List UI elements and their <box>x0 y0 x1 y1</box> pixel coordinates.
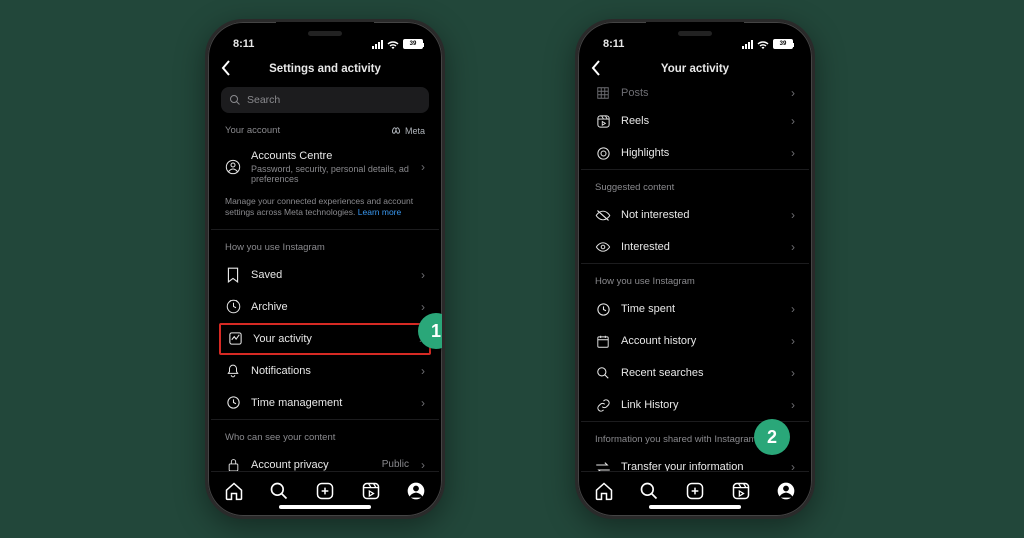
home-indicator <box>279 505 371 509</box>
chevron-right-icon: › <box>791 114 795 128</box>
cellular-icon <box>742 40 753 49</box>
row-account-history[interactable]: Account history › <box>581 325 809 357</box>
row-not-interested[interactable]: Not interested › <box>581 199 809 231</box>
tab-reels[interactable] <box>730 480 752 502</box>
archive-icon <box>225 299 241 315</box>
row-archive[interactable]: Archive › <box>211 291 439 323</box>
meta-brand: Meta <box>392 126 425 136</box>
search-input[interactable]: Search <box>221 87 429 113</box>
page-title: Your activity <box>661 63 729 75</box>
page-title: Settings and activity <box>269 63 381 75</box>
section-how-you-use: How you use Instagram <box>211 230 439 259</box>
battery-icon: 39 <box>403 39 423 49</box>
section-suggested-content: Suggested content <box>581 170 809 199</box>
link-icon <box>595 397 611 413</box>
search-icon <box>229 94 241 106</box>
section-who-can-see: Who can see your content <box>211 420 439 449</box>
row-highlights[interactable]: Highlights › <box>581 137 809 169</box>
search-placeholder: Search <box>247 94 280 106</box>
cellular-icon <box>372 40 383 49</box>
clock-icon <box>595 301 611 317</box>
wifi-icon <box>757 40 769 49</box>
activity-icon <box>227 331 243 347</box>
row-link-history[interactable]: Link History › <box>581 389 809 421</box>
row-sublabel: Password, security, personal details, ad… <box>251 164 411 184</box>
chevron-right-icon: › <box>421 300 425 314</box>
row-recent-searches[interactable]: Recent searches › <box>581 357 809 389</box>
chevron-right-icon: › <box>421 458 425 471</box>
notch <box>646 22 744 44</box>
row-saved[interactable]: Saved › <box>211 259 439 291</box>
chevron-right-icon: › <box>791 460 795 471</box>
back-button[interactable] <box>221 60 231 76</box>
tab-create[interactable] <box>684 480 706 502</box>
wifi-icon <box>387 40 399 49</box>
row-label: Accounts Centre <box>251 150 411 162</box>
tab-create[interactable] <box>314 480 336 502</box>
phone-mockup-2: 8:11 39 Your activity Posts › <box>575 19 815 519</box>
bookmark-icon <box>225 267 241 283</box>
page-header: Settings and activity <box>211 55 439 83</box>
row-your-activity[interactable]: Your activity › <box>219 323 431 355</box>
chevron-right-icon: › <box>791 366 795 380</box>
chevron-right-icon: › <box>421 364 425 378</box>
status-time: 8:11 <box>603 38 624 50</box>
section-your-account: Your account Meta <box>211 113 439 142</box>
reels-icon <box>595 113 611 129</box>
chevron-right-icon: › <box>421 396 425 410</box>
step-badge-2: 2 <box>754 419 790 455</box>
chevron-right-icon: › <box>421 160 425 174</box>
chevron-right-icon: › <box>791 334 795 348</box>
search-icon <box>595 365 611 381</box>
row-interested[interactable]: Interested › <box>581 231 809 263</box>
chevron-right-icon: › <box>791 398 795 412</box>
tab-reels[interactable] <box>360 480 382 502</box>
row-time-spent[interactable]: Time spent › <box>581 293 809 325</box>
tab-home[interactable] <box>593 480 615 502</box>
chevron-right-icon: › <box>791 146 795 160</box>
tab-search[interactable] <box>638 480 660 502</box>
row-posts[interactable]: Posts › <box>581 83 809 105</box>
home-indicator <box>649 505 741 509</box>
grid-icon <box>595 85 611 101</box>
eye-off-icon <box>595 207 611 223</box>
chevron-right-icon: › <box>421 268 425 282</box>
chevron-right-icon: › <box>791 208 795 222</box>
bell-icon <box>225 363 241 379</box>
highlights-icon <box>595 145 611 161</box>
tab-home[interactable] <box>223 480 245 502</box>
transfer-icon <box>595 459 611 471</box>
accounts-centre-description: Manage your connected experiences and ac… <box>211 192 439 230</box>
learn-more-link[interactable]: Learn more <box>358 207 401 217</box>
row-reels[interactable]: Reels › <box>581 105 809 137</box>
tab-search[interactable] <box>268 480 290 502</box>
tab-profile[interactable] <box>775 480 797 502</box>
row-accounts-centre[interactable]: Accounts Centre Password, security, pers… <box>211 142 439 192</box>
row-account-privacy[interactable]: Account privacy Public › <box>211 449 439 471</box>
back-button[interactable] <box>591 60 601 76</box>
chevron-right-icon: › <box>791 302 795 316</box>
page-header: Your activity <box>581 55 809 83</box>
lock-icon <box>225 457 241 471</box>
chevron-right-icon: › <box>791 86 795 100</box>
chevron-right-icon: › <box>791 240 795 254</box>
status-time: 8:11 <box>233 38 254 50</box>
section-how-you-use: How you use Instagram <box>581 264 809 293</box>
battery-icon: 39 <box>773 39 793 49</box>
privacy-value: Public <box>382 459 409 470</box>
tab-profile[interactable] <box>405 480 427 502</box>
person-circle-icon <box>225 159 241 175</box>
eye-icon <box>595 239 611 255</box>
calendar-icon <box>595 333 611 349</box>
phone-mockup-1: 8:11 39 Settings and activity Search <box>205 19 445 519</box>
row-notifications[interactable]: Notifications › <box>211 355 439 387</box>
notch <box>276 22 374 44</box>
clock-icon <box>225 395 241 411</box>
row-time-management[interactable]: Time management › <box>211 387 439 419</box>
